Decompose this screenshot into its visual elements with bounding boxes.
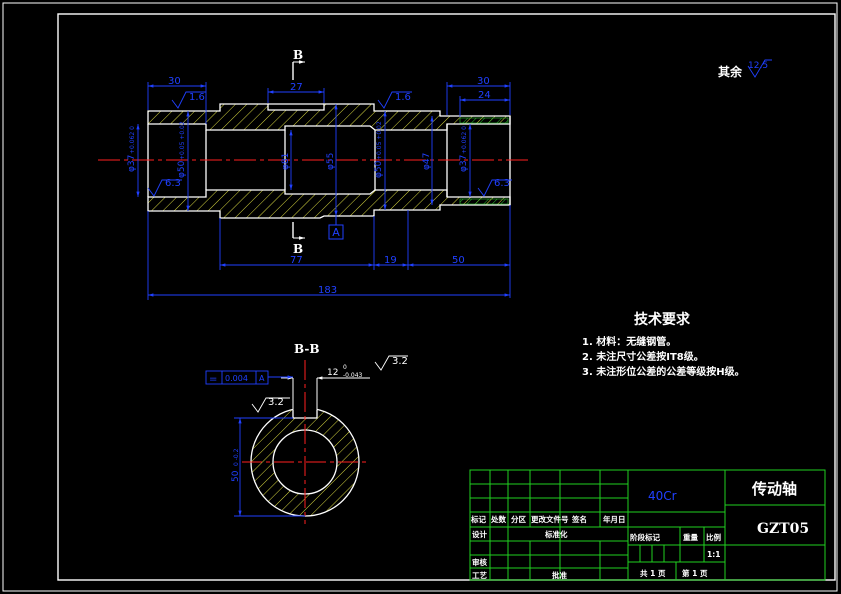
drawing-number: GZT05 <box>757 521 809 537</box>
outer-border <box>2 2 838 592</box>
dia-81: φ81 <box>281 153 291 170</box>
sheet-total: 共 1 页 <box>640 568 666 578</box>
header-change-doc: 更改文件号 <box>531 514 569 524</box>
dim-right-24: 24 <box>478 90 491 101</box>
dim-left-30: 30 <box>168 76 181 87</box>
rough-right-bore-label: 6.3 <box>494 178 510 189</box>
rest-roughness-label: 其余 <box>718 64 743 79</box>
rough-mid-label: 1.6 <box>395 92 411 103</box>
dia-left-bore: φ37 <box>127 155 137 172</box>
process-label: 工艺 <box>472 570 487 580</box>
rough-bottom-label: 3.2 <box>268 397 284 408</box>
stage-label: 阶段标记 <box>630 532 660 542</box>
tolerance-value: 0.004 <box>225 374 248 383</box>
designer-label: 设计 <box>472 529 487 539</box>
sheet-number: 第 1 页 <box>682 568 708 578</box>
section-view-bb <box>242 360 368 524</box>
section-label-top: B <box>293 48 303 62</box>
material-value: 40Cr <box>648 489 677 503</box>
header-mark: 标记 <box>470 514 486 524</box>
dim-183: 183 <box>318 285 337 296</box>
dia-50-left: φ50 <box>177 160 187 178</box>
tolerance-datum: A <box>259 374 265 383</box>
weight-label: 重量 <box>683 532 698 542</box>
part-name: 传动轴 <box>751 480 797 498</box>
scale-label: 比例 <box>706 532 721 542</box>
dim-right-30: 30 <box>477 76 490 87</box>
dim-19: 19 <box>384 255 397 266</box>
key-width-tol-lower: -0.043 <box>343 372 363 379</box>
key-width-tol-upper: 0 <box>343 364 347 371</box>
depth-dim: 50 <box>231 470 241 482</box>
tech-requirements-title: 技术要求 <box>634 311 691 328</box>
dia-right-bore: φ37 <box>459 155 469 172</box>
tech-item-1: 1. 材料：无缝钢管。 <box>582 335 676 348</box>
tolerance-symbol: = <box>209 374 217 385</box>
rough-key-label: 3.2 <box>392 356 408 367</box>
dim-77: 77 <box>290 255 303 266</box>
drawing-sheet: B B A 30 27 30 24 77 19 50 183 φ37 +0.06… <box>0 0 841 594</box>
dim-50: 50 <box>452 255 465 266</box>
depth-dim-tol: 0 -0.2 <box>233 448 240 466</box>
tech-item-3: 3. 未注形位公差的公差等级按H级。 <box>582 365 745 378</box>
rough-left-label: 1.6 <box>189 92 205 103</box>
header-date: 年月日 <box>603 514 626 524</box>
lower-section-hatch <box>147 189 511 219</box>
rest-roughness-value: 12.5 <box>748 61 768 71</box>
dia-55: φ55 <box>326 153 336 170</box>
approve-label: 批准 <box>552 570 567 580</box>
check-label: 审核 <box>472 557 487 567</box>
header-sign: 签名 <box>571 514 587 524</box>
dia-right-bore-tol: +0.062 0 <box>461 126 468 154</box>
rough-left-bore-label: 6.3 <box>165 178 181 189</box>
standardize-label: 标准化 <box>544 529 568 539</box>
header-count: 处数 <box>490 514 506 524</box>
inner-frame <box>57 13 836 581</box>
cad-canvas: B B A 30 27 30 24 77 19 50 183 φ37 +0.06… <box>2 2 838 592</box>
header-zone: 分区 <box>511 514 526 524</box>
section-label-bottom: B <box>293 242 303 256</box>
datum-a-label: A <box>332 226 340 239</box>
geometric-tolerance-frame <box>205 370 293 385</box>
section-view-title: B-B <box>294 342 320 356</box>
scale-value: 1:1 <box>707 550 720 559</box>
dia-left-bore-tol: +0.062 0 <box>129 126 136 154</box>
dim-keyway-27: 27 <box>290 82 303 93</box>
upper-section-hatch <box>147 103 511 131</box>
key-width: 12 <box>327 368 338 378</box>
dia-50-right: φ50 <box>374 160 384 178</box>
tech-item-2: 2. 未注尺寸公差按IT8级。 <box>582 350 704 363</box>
dia-50-left-tol: +0.05 +0.02 <box>179 121 186 160</box>
dia-50-right-tol: +0.05 +0.02 <box>376 121 383 160</box>
dia-47: φ47 <box>422 153 432 170</box>
